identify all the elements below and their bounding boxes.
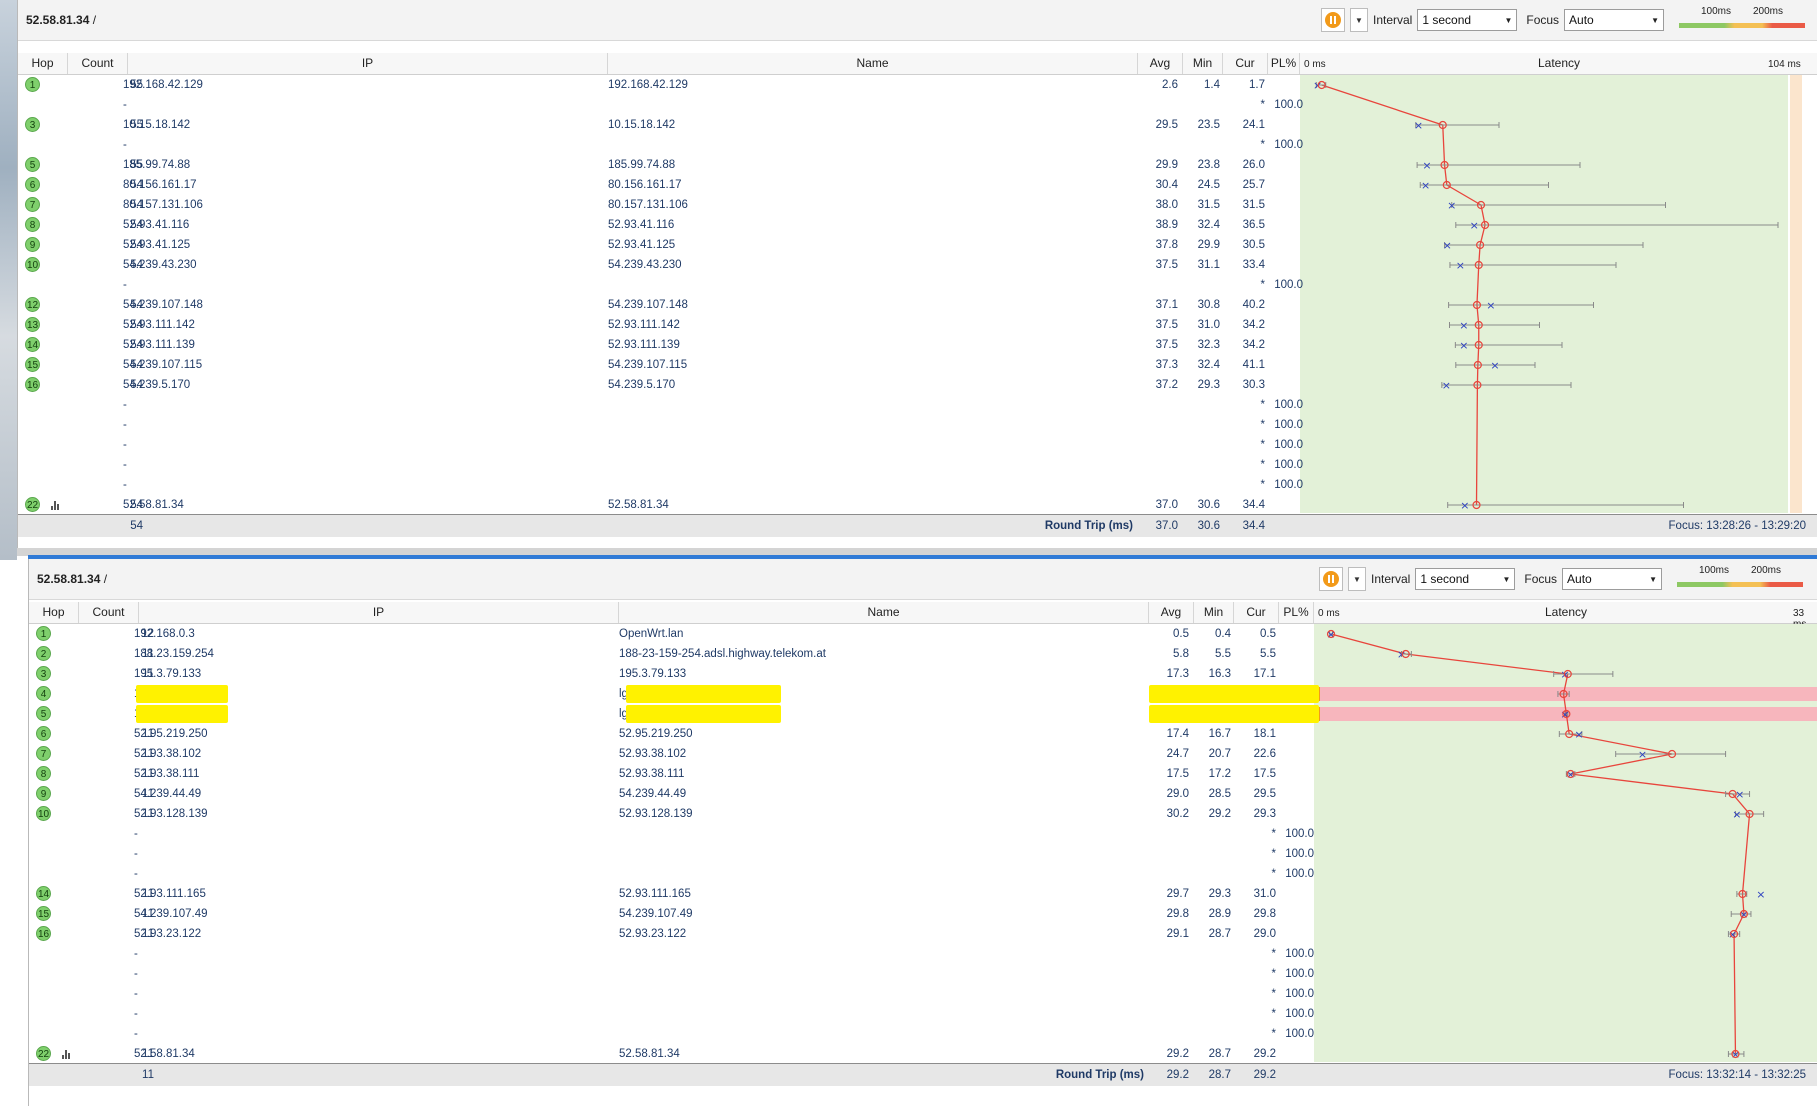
focus-time-range: Focus: 13:32:14 - 13:32:25: [1668, 1069, 1806, 1081]
current-latency-marker: ×: [1414, 119, 1423, 132]
latency-plot: × × × × × × × × × × × × × ×: [1313, 79, 1779, 512]
current-latency-marker: ×: [1470, 219, 1479, 232]
trace-panel-2: 52.58.81.34 /▼ Interval 1 second ▼ Focus Auto…: [28, 559, 1817, 1106]
current-latency-marker: ×: [1397, 648, 1406, 661]
current-latency-marker: ×: [1443, 239, 1452, 252]
latency-plot: ×××××××××××××: [1326, 628, 1765, 1061]
background-window-edge: [0, 0, 17, 560]
latency-mark: ×: [1447, 499, 1684, 512]
current-latency-marker: ×: [1421, 179, 1430, 192]
footer-min: 28.7: [1208, 1069, 1231, 1081]
latency-mark: ×: [1455, 219, 1779, 232]
current-latency-marker: ×: [1442, 379, 1451, 392]
current-latency-marker: ×: [1459, 339, 1468, 352]
current-latency-marker: ×: [1456, 259, 1465, 272]
focus-time-range: Focus: 13:28:26 - 13:29:20: [1668, 520, 1806, 532]
round-trip-footer: 11 Round Trip (ms) 29.2 28.7 29.2 Focus: 13:3…: [29, 1063, 1817, 1086]
latency-mark: ×: [1560, 708, 1569, 721]
footer-count: 11: [142, 1069, 154, 1081]
latency-mark: ×: [1454, 339, 1563, 352]
latency-mark: ×: [1615, 748, 1727, 761]
round-trip-label: Round Trip (ms): [1044, 520, 1133, 532]
current-latency-marker: ×: [1459, 319, 1468, 332]
footer-count: 54: [130, 520, 143, 532]
current-latency-marker: ×: [1447, 199, 1456, 212]
current-latency-marker: ×: [1732, 808, 1741, 821]
latency-mark: ×: [1419, 179, 1549, 192]
footer-cur: 34.4: [1242, 520, 1265, 532]
latency-mark: ×: [1313, 79, 1327, 92]
latency-mark: ×: [1414, 119, 1500, 132]
current-latency-marker: ×: [1728, 928, 1737, 941]
footer-avg: 29.2: [1166, 1069, 1189, 1081]
trace-panel-1: 52.58.81.34 /▼ Interval 1 second ▼ Focus Auto…: [17, 0, 1817, 548]
latency-mark: ×: [1447, 199, 1666, 212]
current-latency-marker: ×: [1560, 708, 1569, 721]
latency-mark: ×: [1736, 888, 1765, 901]
latency-mark: ×: [1449, 319, 1540, 332]
current-latency-marker: ×: [1756, 888, 1765, 901]
latency-mark: ×: [1443, 239, 1644, 252]
current-latency-marker: ×: [1486, 299, 1495, 312]
latency-mark: ×: [1448, 299, 1594, 312]
latency-mark: ×: [1455, 359, 1536, 372]
current-latency-marker: ×: [1422, 159, 1431, 172]
round-trip-footer: 54 Round Trip (ms) 37.0 30.6 34.4 Focus: 13:2…: [18, 514, 1817, 537]
current-latency-marker: ×: [1638, 748, 1647, 761]
latency-mark: ×: [1558, 728, 1584, 741]
round-trip-label: Round Trip (ms): [1055, 1069, 1144, 1081]
average-latency-line: [1321, 84, 1486, 506]
current-latency-marker: ×: [1574, 728, 1583, 741]
latency-mark: ×: [1553, 668, 1614, 681]
footer-cur: 29.2: [1253, 1069, 1276, 1081]
current-latency-marker: ×: [1490, 359, 1499, 372]
current-latency-marker: ×: [1460, 499, 1469, 512]
latency-mark: ×: [1727, 1048, 1745, 1061]
latency-mark: ×: [1730, 908, 1752, 921]
latency-mark: ×: [1441, 379, 1572, 392]
footer-min: 30.6: [1197, 520, 1220, 532]
footer-avg: 37.0: [1155, 520, 1178, 532]
latency-mark: ×: [1732, 808, 1765, 821]
average-latency-line: [1330, 633, 1751, 1055]
